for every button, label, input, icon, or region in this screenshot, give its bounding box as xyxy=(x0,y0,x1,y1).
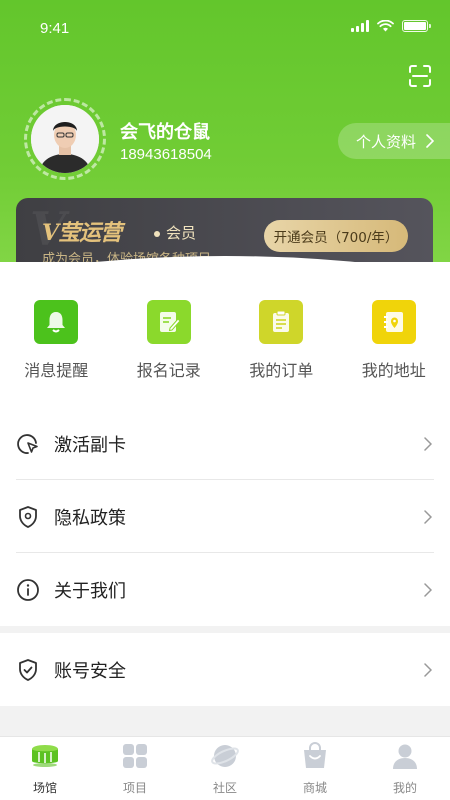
profile-header: 9:41 会飞的仓鼠 18943618504 个人资料 V V莹运营 会员 开通… xyxy=(0,0,450,290)
quick-action-label: 我的订单 xyxy=(249,361,314,380)
chevron-right-icon xyxy=(426,134,435,148)
quick-action-label: 消息提醒 xyxy=(24,361,89,380)
tab-label: 项目 xyxy=(122,781,147,795)
menu-item-about-us[interactable]: 关于我们 xyxy=(0,553,450,626)
refresh-cursor-icon xyxy=(17,433,38,454)
tab-projects[interactable]: 项目 xyxy=(90,737,180,800)
vip-tag: 会员 xyxy=(154,222,196,243)
order-icon xyxy=(259,300,304,344)
tab-label: 场馆 xyxy=(32,781,57,795)
status-time: 9:41 xyxy=(40,20,70,37)
chevron-right-icon xyxy=(424,436,432,451)
profile-phone: 18943618504 xyxy=(120,146,212,163)
chevron-right-icon xyxy=(424,582,432,597)
shield-check-icon xyxy=(19,658,37,681)
address-icon xyxy=(371,300,416,344)
quick-action-messages[interactable]: 消息提醒 xyxy=(0,300,113,381)
location-shield-icon xyxy=(19,505,37,528)
stadium-icon xyxy=(32,745,58,767)
tab-label: 社区 xyxy=(212,781,237,795)
menu-item-privacy-policy[interactable]: 隐私政策 xyxy=(0,480,450,553)
battery-icon xyxy=(402,20,431,32)
shopping-bag-icon xyxy=(304,742,326,768)
tab-community[interactable]: 社区 xyxy=(180,737,270,800)
chevron-right-icon xyxy=(424,509,432,524)
scan-icon[interactable] xyxy=(408,64,432,88)
signup-record-icon xyxy=(146,300,191,344)
menu-item-label: 激活副卡 xyxy=(54,434,126,456)
menu-group-main: 激活副卡 隐私政策 关于我们 xyxy=(0,407,450,626)
user-icon xyxy=(393,744,417,769)
menu-item-account-security[interactable]: 账号安全 xyxy=(0,633,450,706)
status-bar: 9:41 xyxy=(0,0,450,50)
tab-stadium[interactable]: 场馆 xyxy=(0,737,90,800)
info-icon xyxy=(17,578,39,601)
menu-item-label: 账号安全 xyxy=(54,660,126,682)
quick-action-label: 报名记录 xyxy=(136,361,201,380)
menu-group-security: 账号安全 xyxy=(0,633,450,706)
planet-icon xyxy=(211,745,239,767)
tab-label: 我的 xyxy=(392,781,417,795)
profile-name: 会飞的仓鼠 xyxy=(120,122,210,143)
avatar[interactable] xyxy=(31,105,99,173)
menu-item-label: 隐私政策 xyxy=(54,507,126,529)
avatar-ring[interactable] xyxy=(24,98,106,180)
bell-icon xyxy=(34,300,79,344)
quick-action-orders[interactable]: 我的订单 xyxy=(225,300,338,381)
quick-actions: 消息提醒 报名记录 我的订单 我的地址 xyxy=(0,300,450,381)
quick-action-label: 我的地址 xyxy=(361,361,426,380)
status-icons xyxy=(351,20,431,32)
profile-button[interactable]: 个人资料 xyxy=(338,123,450,159)
tab-mine[interactable]: 我的 xyxy=(360,737,450,800)
bottom-tab-bar: 场馆 项目 社区 商城 我的 xyxy=(0,736,450,800)
chevron-right-icon xyxy=(424,662,432,677)
tab-mall[interactable]: 商城 xyxy=(270,737,360,800)
menu-item-label: 关于我们 xyxy=(54,580,126,602)
quick-action-address[interactable]: 我的地址 xyxy=(338,300,450,381)
signal-icon xyxy=(351,20,369,32)
profile-button-label: 个人资料 xyxy=(356,132,417,151)
vip-logo: V莹运营 xyxy=(42,220,122,246)
tab-label: 商城 xyxy=(302,781,327,795)
quick-action-signup-records[interactable]: 报名记录 xyxy=(113,300,226,381)
avatar-portrait xyxy=(31,105,99,173)
menu-item-activate-card[interactable]: 激活副卡 xyxy=(0,407,450,480)
wifi-icon xyxy=(377,20,394,32)
grid-icon xyxy=(123,744,147,768)
